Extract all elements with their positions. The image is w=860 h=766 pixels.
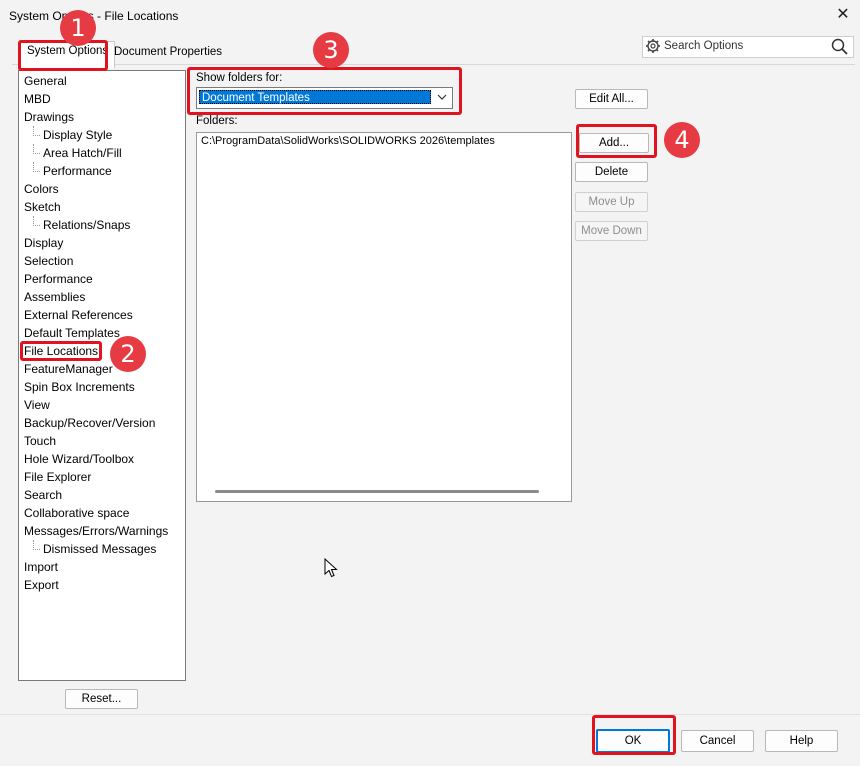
tree-item[interactable]: Sketch bbox=[24, 200, 61, 214]
tree-item[interactable]: Export bbox=[24, 578, 59, 592]
gear-icon bbox=[646, 39, 660, 53]
tree-item[interactable]: Display bbox=[24, 236, 63, 250]
tree-item[interactable]: Spin Box Increments bbox=[24, 380, 135, 394]
tree-item[interactable]: Dismissed Messages bbox=[43, 542, 156, 556]
tree-item[interactable]: Hole Wizard/Toolbox bbox=[24, 452, 134, 466]
tree-connector-line bbox=[33, 216, 40, 226]
step-badge-2: 2 bbox=[110, 336, 146, 372]
tree-item[interactable]: Assemblies bbox=[24, 290, 85, 304]
tree-connector-line bbox=[33, 144, 40, 154]
tree-item[interactable]: Drawings bbox=[24, 110, 74, 124]
search-box[interactable]: Search Options bbox=[642, 36, 854, 58]
search-icon[interactable] bbox=[830, 37, 850, 57]
add-button[interactable]: Add... bbox=[579, 133, 649, 153]
options-tree[interactable]: General MBD Drawings Display Style Area Hatc… bbox=[18, 70, 186, 681]
tab-document-properties[interactable]: Document Properties bbox=[110, 44, 226, 68]
tree-item[interactable]: File Locations bbox=[24, 344, 98, 358]
tree-item[interactable]: File Explorer bbox=[24, 470, 91, 484]
reset-button[interactable]: Reset... bbox=[65, 689, 138, 709]
tab-system-options[interactable]: System Options bbox=[20, 41, 116, 68]
cancel-button[interactable]: Cancel bbox=[681, 730, 754, 752]
show-folders-select[interactable]: Document Templates bbox=[196, 87, 453, 109]
tree-item[interactable]: MBD bbox=[24, 92, 51, 106]
move-down-button[interactable]: Move Down bbox=[575, 221, 648, 241]
tree-item[interactable]: Display Style bbox=[43, 128, 112, 142]
folders-label: Folders: bbox=[196, 115, 238, 127]
search-input[interactable]: Search Options bbox=[664, 40, 743, 52]
chevron-down-icon bbox=[437, 94, 447, 100]
tree-item[interactable]: Collaborative space bbox=[24, 506, 129, 520]
horizontal-scrollbar[interactable] bbox=[215, 490, 539, 493]
tree-item[interactable]: Default Templates bbox=[24, 326, 120, 340]
tree-connector-line bbox=[33, 162, 40, 172]
ok-button[interactable]: OK bbox=[596, 729, 670, 753]
delete-button[interactable]: Delete bbox=[575, 162, 648, 182]
step-badge-3: 3 bbox=[313, 32, 349, 68]
tree-item[interactable]: Area Hatch/Fill bbox=[43, 146, 122, 160]
tree-connector-line bbox=[33, 126, 40, 136]
show-folders-label: Show folders for: bbox=[196, 72, 283, 84]
move-up-button[interactable]: Move Up bbox=[575, 192, 648, 212]
tree-item[interactable]: Import bbox=[24, 560, 58, 574]
tree-item[interactable]: General bbox=[24, 74, 67, 88]
tree-item[interactable]: Touch bbox=[24, 434, 56, 448]
tree-item[interactable]: External References bbox=[24, 308, 133, 322]
step-badge-4: 4 bbox=[664, 122, 700, 158]
mouse-cursor-icon bbox=[324, 558, 338, 578]
tree-item[interactable]: Messages/Errors/Warnings bbox=[24, 524, 168, 538]
help-button[interactable]: Help bbox=[765, 730, 838, 752]
tree-item[interactable]: Selection bbox=[24, 254, 73, 268]
tree-item[interactable]: View bbox=[24, 398, 50, 412]
tree-item[interactable]: Performance bbox=[43, 164, 112, 178]
folders-list[interactable]: C:\ProgramData\SolidWorks\SOLIDWORKS 202… bbox=[196, 132, 572, 502]
show-folders-selected-value: Document Templates bbox=[199, 90, 431, 104]
tree-item[interactable]: Performance bbox=[24, 272, 93, 286]
list-item[interactable]: C:\ProgramData\SolidWorks\SOLIDWORKS 202… bbox=[201, 135, 495, 147]
close-icon[interactable]: ✕ bbox=[833, 5, 853, 25]
tree-item[interactable]: Colors bbox=[24, 182, 59, 196]
tree-item[interactable]: Relations/Snaps bbox=[43, 218, 130, 232]
tree-item[interactable]: FeatureManager bbox=[24, 362, 113, 376]
edit-all-button[interactable]: Edit All... bbox=[575, 89, 648, 109]
step-badge-1: 1 bbox=[60, 10, 96, 46]
tree-item[interactable]: Search bbox=[24, 488, 62, 502]
tree-connector-line bbox=[33, 540, 40, 550]
tree-item[interactable]: Backup/Recover/Version bbox=[24, 416, 155, 430]
